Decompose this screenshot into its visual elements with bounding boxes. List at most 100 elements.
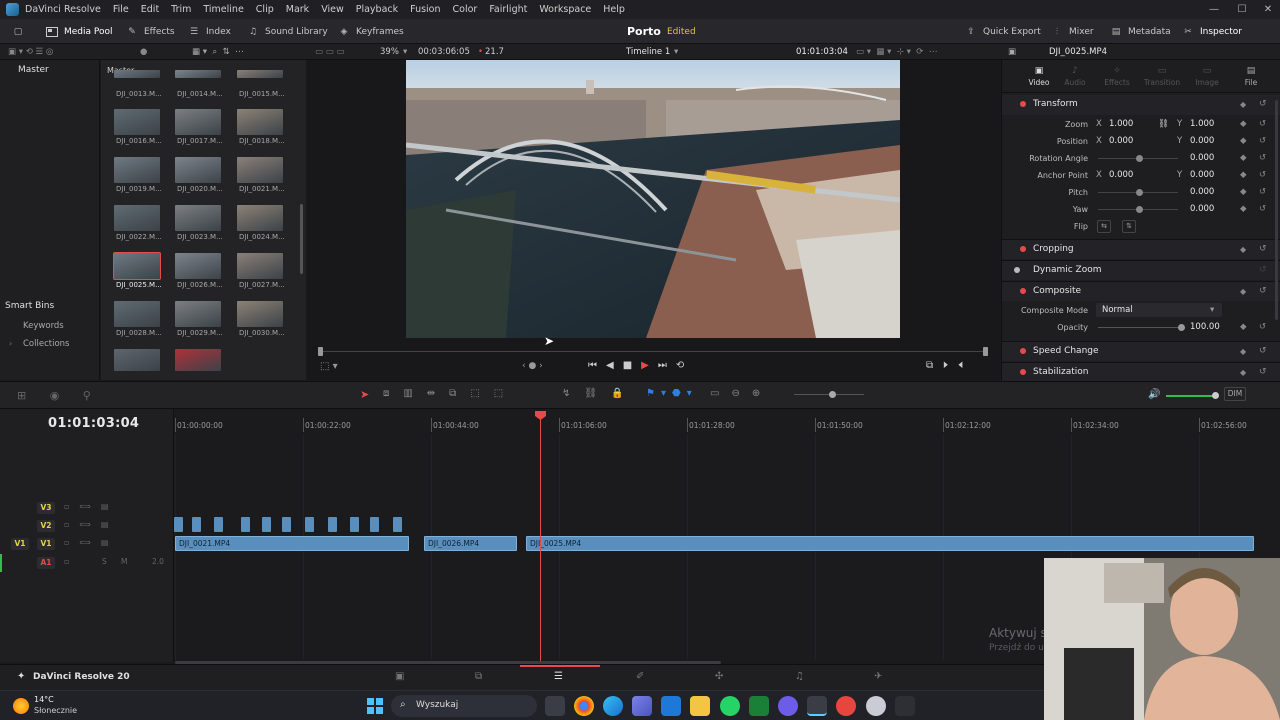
page-deliver-icon[interactable]: ✈ [874, 671, 882, 682]
media-pool-clip-thumbnail[interactable] [175, 205, 221, 231]
zoom-mode-icons[interactable]: ▭⊖⊕ [710, 388, 772, 399]
link-icon[interactable]: ⛓ [1158, 119, 1169, 129]
pool-view-icons[interactable]: ▦ ▾ ⌕ ⇅ ⋯ [192, 44, 244, 60]
section-dynamic-zoom[interactable]: Dynamic Zoom ↺ [1002, 260, 1280, 280]
track-label-v1[interactable]: V1 [37, 538, 55, 550]
menu-trim[interactable]: Trim [165, 0, 197, 19]
inspector-button[interactable]: ✂ Inspector [1182, 19, 1242, 44]
anchor-x-value[interactable]: 0.000 [1109, 170, 1133, 180]
yaw-value[interactable]: 0.000 [1190, 204, 1214, 214]
enable-dot-icon[interactable] [1020, 101, 1026, 107]
media-pool-clip-thumbnail[interactable] [237, 109, 283, 135]
speed-change-keyframe-icon[interactable]: ◆ [1240, 347, 1246, 356]
menu-mark[interactable]: Mark [280, 0, 315, 19]
metadata-button[interactable]: ▤ Metadata [1110, 19, 1171, 44]
page-color-icon[interactable]: ✣ [715, 671, 723, 682]
slider-dot-icon[interactable]: ● [140, 44, 147, 60]
media-pool-clip-thumbnail[interactable] [237, 70, 283, 78]
timeline-clip-dji0025[interactable]: DJI_0025.MP4 [526, 536, 1254, 551]
next-edit-icon[interactable]: ⏵ [943, 360, 958, 371]
media-pool-clip-thumbnail[interactable] [237, 205, 283, 231]
cropping-keyframe-icon[interactable]: ◆ [1240, 245, 1246, 254]
tab-video[interactable]: ▣ Video [1024, 66, 1054, 87]
whatsapp-icon[interactable] [720, 696, 740, 716]
close-window-button[interactable]: ✕ [1254, 0, 1280, 19]
composite-reset-icon[interactable]: ↺ [1259, 286, 1267, 296]
edit-tools-icons[interactable]: ⧈▥⇹⧉⬚⬚ [383, 388, 517, 399]
position-reset-icon[interactable]: ↺ [1259, 136, 1266, 146]
composite-enable-dot-icon[interactable] [1020, 288, 1026, 294]
v2-clip[interactable] [328, 517, 337, 532]
volume-handle[interactable] [1212, 392, 1219, 399]
resolve-taskbar-icon[interactable] [807, 696, 827, 716]
menu-file[interactable]: File [107, 0, 135, 19]
zoom-y-value[interactable]: 1.000 [1190, 119, 1214, 129]
timeline-clip-dji0021[interactable]: DJI_0021.MP4 [175, 536, 409, 551]
a1-solo-button[interactable]: S [102, 557, 107, 566]
media-pool-clip-thumbnail[interactable] [114, 205, 160, 231]
timeline-name[interactable]: Timeline 1 [626, 44, 670, 60]
stabilization-keyframe-icon[interactable]: ◆ [1240, 368, 1246, 377]
excel-app-icon[interactable] [749, 696, 769, 716]
jog-control-icon[interactable]: ‹ ● › [522, 361, 543, 371]
playhead[interactable] [540, 412, 541, 662]
media-pool-button[interactable]: Media Pool [46, 19, 113, 44]
pitch-value[interactable]: 0.000 [1190, 187, 1214, 197]
anchor-keyframe-icon[interactable]: ◆ [1240, 170, 1247, 180]
opacity-slider-handle[interactable] [1178, 324, 1185, 331]
dest-track-v1[interactable]: V1 [11, 538, 29, 550]
pitch-reset-icon[interactable]: ↺ [1259, 187, 1266, 197]
media-pool-clip-thumbnail[interactable] [113, 252, 161, 280]
panel-toggle-button[interactable]: ▢ [12, 19, 24, 44]
keyframes-button[interactable]: ◈ Keyframes [338, 19, 404, 44]
v2-clip[interactable] [241, 517, 250, 532]
tab-audio[interactable]: ♪ Audio [1060, 66, 1090, 87]
tab-image[interactable]: ▭ Image [1190, 66, 1224, 87]
a1-mute-button[interactable]: M [121, 557, 127, 566]
menu-view[interactable]: View [315, 0, 350, 19]
maximize-button[interactable]: ☐ [1228, 0, 1256, 19]
media-pool-clip-thumbnail[interactable] [237, 157, 283, 183]
v2-clip[interactable] [214, 517, 223, 532]
section-transform[interactable]: Transform ◆ ↺ [1002, 95, 1280, 115]
pool-scrollbar[interactable] [300, 204, 303, 274]
media-pool-clip-thumbnail[interactable] [175, 301, 221, 327]
match-frame-icon[interactable]: ⧉ [926, 360, 943, 371]
rotation-reset-icon[interactable]: ↺ [1259, 153, 1266, 163]
stabilization-enable-dot-icon[interactable] [1020, 369, 1026, 375]
media-pool-clip-thumbnail[interactable] [237, 253, 283, 279]
chevron-down-icon[interactable]: ▾ [403, 44, 407, 60]
position-x-value[interactable]: 0.000 [1109, 136, 1133, 146]
viewer-options-icons[interactable]: ▭ ▾ ▦ ▾ ⊹ ▾ ⟳ ⋯ [856, 44, 937, 60]
page-fusion-icon[interactable]: ✐ [636, 671, 644, 682]
index-button[interactable]: ☰ Index [188, 19, 231, 44]
v2-clip[interactable] [393, 517, 402, 532]
v2-clip[interactable] [262, 517, 271, 532]
media-pool-clip-thumbnail[interactable] [175, 157, 221, 183]
speed-change-enable-dot-icon[interactable] [1020, 348, 1026, 354]
timeline-zoom-handle[interactable] [829, 391, 836, 398]
composite-keyframe-icon[interactable]: ◆ [1240, 287, 1246, 296]
messenger-icon[interactable] [778, 696, 798, 716]
task-view-icon[interactable] [545, 696, 565, 716]
yaw-reset-icon[interactable]: ↺ [1259, 204, 1266, 214]
zoom-reset-icon[interactable]: ↺ [1259, 119, 1266, 129]
bin-master[interactable]: Master [18, 65, 49, 75]
effects-button[interactable]: ✎ Effects [126, 19, 174, 44]
anchor-reset-icon[interactable]: ↺ [1259, 170, 1266, 180]
yaw-keyframe-icon[interactable]: ◆ [1240, 204, 1247, 214]
media-pool-clip-thumbnail[interactable] [114, 301, 160, 327]
track-v1-controls[interactable]: ▫⟺▤ [64, 538, 118, 547]
pitch-slider-handle[interactable] [1136, 189, 1143, 196]
anchor-y-value[interactable]: 0.000 [1190, 170, 1214, 180]
v2-clip[interactable] [192, 517, 201, 532]
go-to-start-icon[interactable]: ⏮ [588, 360, 606, 371]
page-edit-icon[interactable]: ☰ [554, 671, 563, 682]
viewer-zoom[interactable]: 39% [380, 44, 399, 60]
panel-layout-icon[interactable]: ▣ ▾ ⟲ ☰ ◎ [8, 44, 53, 60]
minimize-button[interactable]: — [1200, 0, 1228, 19]
flip-vertical-icon[interactable]: ⇅ [1122, 220, 1136, 233]
menu-edit[interactable]: Edit [135, 0, 165, 19]
scrubber-handle-left[interactable] [318, 347, 323, 356]
reset-icon[interactable]: ↺ [1259, 99, 1267, 109]
